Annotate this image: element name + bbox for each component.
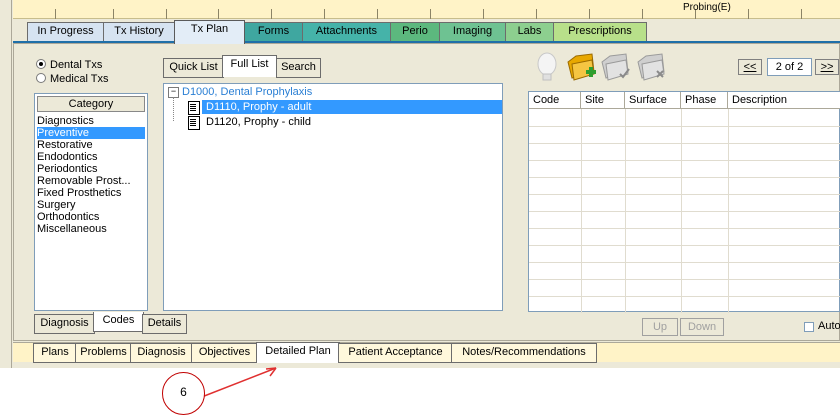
document-icon (188, 101, 200, 115)
tab-search[interactable]: Search (276, 58, 321, 78)
lightbulb-icon[interactable] (530, 48, 564, 86)
grid-row-line (529, 143, 840, 144)
tab-imaging[interactable]: Imaging (439, 22, 506, 42)
grid-row-line (529, 279, 840, 280)
tab-in-progress[interactable]: In Progress (27, 22, 104, 42)
pager-field[interactable]: 2 of 2 (767, 58, 812, 76)
column-header-site[interactable]: Site (581, 92, 625, 109)
pager-next-button[interactable]: >> (815, 59, 839, 75)
radio-label: Dental Txs (50, 59, 103, 71)
approve-folder-icon[interactable] (598, 48, 632, 86)
category-item[interactable]: Removable Prost... (37, 175, 145, 187)
annotation-step-badge: 6 (162, 372, 205, 415)
document-icon (188, 116, 200, 130)
tree-group-node[interactable]: D1000, Dental Prophylaxis (182, 85, 312, 99)
up-button[interactable]: Up (642, 318, 678, 336)
tab-quick-list[interactable]: Quick List (163, 58, 224, 78)
strip-tick (271, 9, 272, 19)
category-item[interactable]: Endodontics (37, 151, 145, 163)
strip-tick (113, 9, 114, 19)
strip-tick (748, 9, 749, 19)
left-edge-strip (0, 0, 12, 368)
tab-labs[interactable]: Labs (505, 22, 554, 42)
category-header[interactable]: Category (37, 96, 145, 112)
category-item[interactable]: Periodontics (37, 163, 145, 175)
grid-row-line (529, 211, 840, 212)
tx-plan-grid[interactable]: Code Site Surface Phase Description (528, 91, 840, 313)
tab-tx-plan[interactable]: Tx Plan (174, 20, 245, 44)
category-item[interactable]: Diagnostics (37, 115, 145, 127)
category-list[interactable]: Category Diagnostics Preventive Restorat… (34, 93, 148, 311)
strip-tick (642, 9, 643, 19)
dental-txs-radio[interactable]: Dental Txs (36, 59, 102, 71)
category-item[interactable]: Restorative (37, 139, 145, 151)
chart-strip: Probing(E) (13, 0, 840, 19)
tab-tx-history[interactable]: Tx History (103, 22, 175, 42)
auto-checkbox[interactable] (804, 322, 814, 332)
tab-details[interactable]: Details (142, 314, 187, 334)
radio-label: Medical Txs (50, 73, 109, 85)
strip-tick (377, 9, 378, 19)
tab-attachments[interactable]: Attachments (302, 22, 391, 42)
tab-notes-recommendations[interactable]: Notes/Recommendations (451, 343, 597, 363)
strip-tick (483, 9, 484, 19)
category-item[interactable]: Surgery (37, 199, 145, 211)
strip-tick (536, 9, 537, 19)
pager-prev-button[interactable]: << (738, 59, 762, 75)
column-header-surface[interactable]: Surface (625, 92, 681, 109)
tab-perio[interactable]: Perio (390, 22, 440, 42)
column-header-phase[interactable]: Phase (681, 92, 728, 109)
category-item-selected[interactable]: Preventive (37, 127, 145, 139)
category-item[interactable]: Orthodontics (37, 211, 145, 223)
grid-row-line (529, 228, 840, 229)
strip-tick (430, 9, 431, 19)
tree-item-selected[interactable]: D1110, Prophy - adult (202, 100, 502, 114)
strip-tick (218, 9, 219, 19)
procedure-tree[interactable]: − D1000, Dental Prophylaxis D1110, Proph… (163, 83, 503, 311)
strip-tick (801, 9, 802, 19)
strip-tick (589, 9, 590, 19)
add-folder-icon[interactable] (564, 48, 598, 86)
tab-plans[interactable]: Plans (33, 343, 77, 363)
tree-item[interactable]: D1120, Prophy - child (206, 115, 311, 129)
tab-diagnosis[interactable]: Diagnosis (34, 314, 95, 334)
strip-tick (324, 9, 325, 19)
grid-row-line (529, 177, 840, 178)
category-item[interactable]: Miscellaneous (37, 223, 145, 235)
radio-dot (36, 73, 46, 83)
medical-txs-radio[interactable]: Medical Txs (36, 73, 108, 85)
strip-tick (166, 9, 167, 19)
delete-folder-icon[interactable] (634, 48, 668, 86)
tab-patient-acceptance[interactable]: Patient Acceptance (338, 343, 453, 363)
auto-checkbox-label: Auto (818, 320, 840, 332)
column-header-description[interactable]: Description (728, 92, 840, 109)
tree-connector (173, 97, 175, 121)
grid-row-line (529, 245, 840, 246)
tab-problems[interactable]: Problems (75, 343, 132, 363)
down-button[interactable]: Down (680, 318, 724, 336)
grid-row-line (529, 126, 840, 127)
strip-tick (55, 9, 56, 19)
tab-forms[interactable]: Forms (244, 22, 303, 42)
radio-dot (36, 59, 46, 69)
strip-label: Probing(E) (683, 2, 731, 13)
grid-row-line (529, 194, 840, 195)
tab-prescriptions[interactable]: Prescriptions (553, 22, 647, 42)
column-header-code[interactable]: Code (529, 92, 581, 109)
grid-row-line (529, 262, 840, 263)
grid-row-line (529, 296, 840, 297)
grid-row-line (529, 160, 840, 161)
tab-codes[interactable]: Codes (93, 312, 144, 332)
category-item[interactable]: Fixed Prosthetics (37, 187, 145, 199)
tab-full-list[interactable]: Full List (222, 55, 277, 77)
